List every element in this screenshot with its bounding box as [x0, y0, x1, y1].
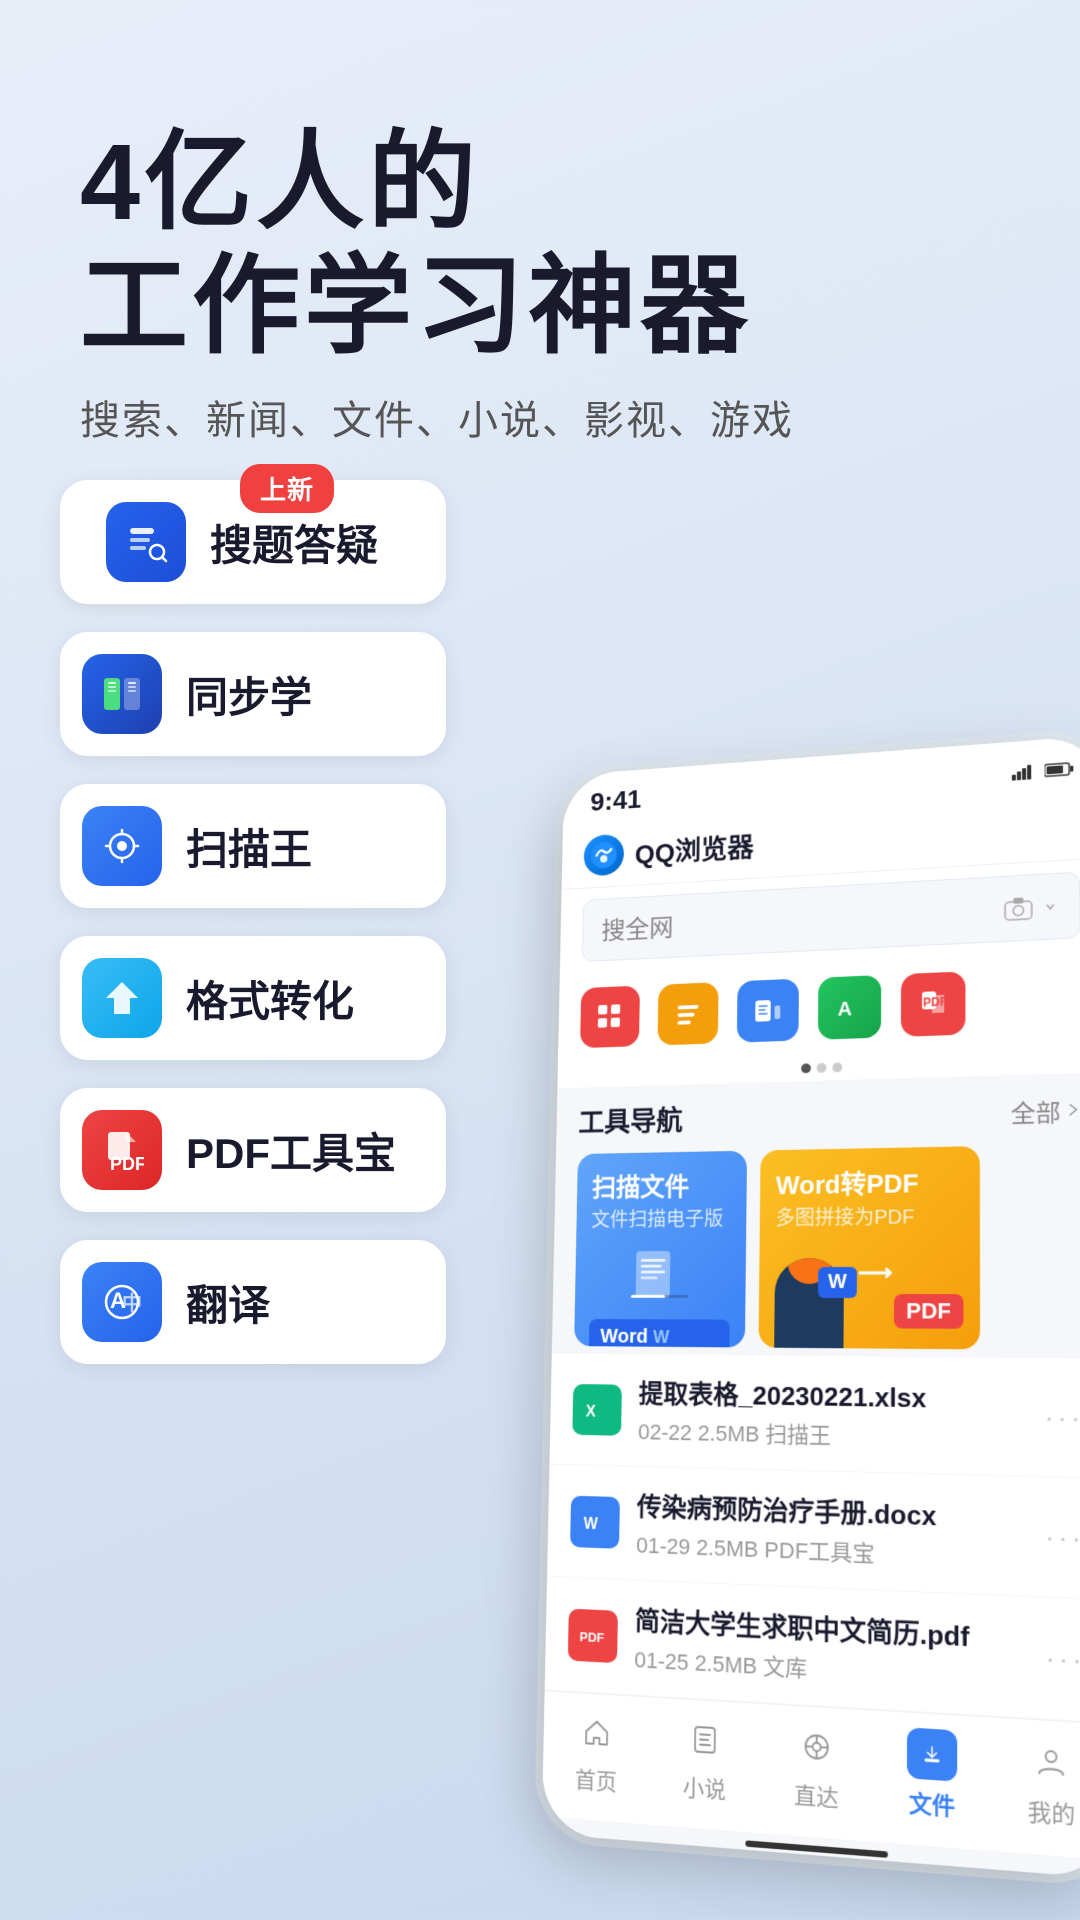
feature-label-convert: 格式转化	[186, 968, 354, 1029]
svg-text:PDF: PDF	[110, 1154, 144, 1172]
home-icon	[573, 1707, 620, 1759]
tool-card-word2pdf-title: Word转PDF	[776, 1162, 964, 1202]
search-input[interactable]: 搜全网	[582, 872, 1080, 962]
quick-icon-1[interactable]	[580, 986, 640, 1049]
mine-icon	[1025, 1735, 1077, 1790]
nav-label-direct: 直达	[794, 1777, 839, 1814]
file-list: X 提取表格_20230221.xlsx 02-22 2.5MB 扫描王 ···…	[545, 1354, 1080, 1724]
svg-text:中: 中	[122, 1291, 142, 1315]
feature-label-translate: 翻译	[186, 1272, 270, 1333]
pdf-icon: PDF	[82, 1110, 162, 1190]
feature-item-pdf[interactable]: PDF PDF工具宝	[60, 1088, 446, 1212]
feature-item-convert[interactable]: 格式转化	[60, 936, 446, 1060]
dot-1	[801, 1063, 811, 1073]
tools-header: 工具导航 全部	[578, 1089, 1080, 1141]
scan-icon	[82, 806, 162, 886]
translate-icon: A 中	[82, 1262, 162, 1342]
nav-item-direct[interactable]: 直达	[760, 1718, 874, 1816]
sync-icon	[82, 654, 162, 734]
svg-text:A: A	[838, 999, 852, 1021]
feature-item-translate[interactable]: A 中 翻译	[60, 1240, 446, 1364]
feature-label-search: 搜题答疑	[210, 512, 378, 573]
tool-card-scan-sub: 文件扫描电子版	[591, 1203, 731, 1233]
hero-title: 4亿人的 工作学习神器	[80, 120, 1000, 368]
status-icons	[1012, 761, 1074, 781]
phone-mockup: 9:41	[542, 735, 1080, 1879]
feature-item-search[interactable]: 上新 搜题答疑	[60, 480, 446, 604]
new-badge: 上新	[240, 464, 334, 513]
pdf-badge: PDF	[894, 1294, 964, 1329]
nav-item-mine[interactable]: 我的	[991, 1732, 1080, 1833]
convert-icon	[82, 958, 162, 1038]
search-placeholder: 搜全网	[601, 909, 673, 947]
status-time: 9:41	[590, 784, 642, 817]
nav-item-files[interactable]: 文件	[874, 1725, 992, 1825]
app-logo	[583, 834, 624, 877]
quick-icon-5[interactable]: PDF	[901, 971, 966, 1037]
file-info-2: 简洁大学生求职中文简历.pdf 01-25 2.5MB 文库	[634, 1601, 1026, 1696]
feature-label-sync: 同步学	[186, 664, 312, 725]
tools-cards: 扫描文件 文件扫描电子版	[574, 1144, 1080, 1350]
dot-2	[817, 1063, 827, 1073]
files-icon	[907, 1727, 957, 1781]
file-icon-excel-0: X	[572, 1384, 622, 1436]
tools-section: 工具导航 全部 扫描文件 文件扫描电子版	[552, 1072, 1080, 1350]
home-bar	[745, 1840, 888, 1858]
file-info-0: 提取表格_20230221.xlsx 02-22 2.5MB 扫描王	[638, 1374, 1025, 1455]
nav-label-home: 首页	[575, 1762, 618, 1798]
feature-list: 上新 搜题答疑 同步学	[60, 480, 446, 1364]
file-item-0[interactable]: X 提取表格_20230221.xlsx 02-22 2.5MB 扫描王 ···	[549, 1354, 1080, 1479]
direct-icon	[792, 1720, 841, 1773]
word-badge: Word W	[589, 1319, 730, 1347]
file-name-0: 提取表格_20230221.xlsx	[638, 1374, 1025, 1417]
svg-text:W: W	[583, 1515, 598, 1533]
feature-item-sync[interactable]: 同步学	[60, 632, 446, 756]
svg-text:PDF: PDF	[579, 1629, 604, 1645]
nav-label-mine: 我的	[1028, 1793, 1076, 1831]
tool-card-scan-title: 扫描文件	[592, 1167, 732, 1205]
app-name-label: QQ浏览器	[635, 827, 755, 872]
tool-card-word2pdf-sub: 多图拼接为PDF	[775, 1200, 963, 1231]
novel-icon	[681, 1714, 729, 1766]
feature-item-scan[interactable]: 扫描王	[60, 784, 446, 908]
hero-subtitle: 搜索、新闻、文件、小说、影视、游戏	[80, 388, 1000, 446]
tool-card-scan[interactable]: 扫描文件 文件扫描电子版	[574, 1151, 747, 1348]
feature-label-scan: 扫描王	[186, 816, 312, 877]
feature-label-pdf: PDF工具宝	[186, 1120, 396, 1181]
file-icon-pdf-2: PDF	[568, 1608, 618, 1663]
file-more-0[interactable]: ···	[1044, 1400, 1080, 1434]
quick-icon-4[interactable]: A	[818, 975, 881, 1040]
svg-text:PDF: PDF	[923, 996, 947, 1009]
svg-text:X: X	[586, 1403, 597, 1420]
tools-nav-title: 工具导航	[578, 1100, 683, 1141]
file-info-1: 传染病预防治疗手册.docx 01-29 2.5MB PDF工具宝	[636, 1487, 1026, 1575]
tool-card-word2pdf[interactable]: Word转PDF 多图拼接为PDF W ⟶ PDF	[759, 1146, 981, 1349]
hero-section: 4亿人的 工作学习神器 搜索、新闻、文件、小说、影视、游戏	[0, 0, 1080, 486]
search-icon	[106, 502, 186, 582]
file-more-2[interactable]: ···	[1045, 1641, 1080, 1677]
dot-3	[832, 1062, 842, 1072]
nav-label-novel: 小说	[683, 1769, 727, 1805]
quick-icon-2[interactable]	[658, 982, 719, 1045]
nav-item-home[interactable]: 首页	[543, 1705, 651, 1799]
file-meta-0: 02-22 2.5MB 扫描王	[638, 1414, 1025, 1454]
nav-item-novel[interactable]: 小说	[649, 1712, 760, 1808]
file-more-1[interactable]: ···	[1045, 1520, 1080, 1555]
tools-all-button[interactable]: 全部	[1011, 1092, 1080, 1129]
file-icon-word-1: W	[570, 1495, 620, 1548]
phone-screen: 9:41	[542, 735, 1080, 1879]
nav-label-files: 文件	[909, 1785, 955, 1822]
quick-icon-3[interactable]	[737, 979, 799, 1043]
